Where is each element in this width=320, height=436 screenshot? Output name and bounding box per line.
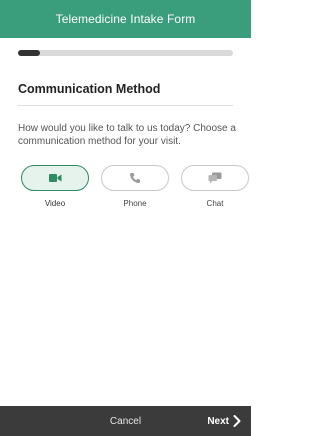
chat-icon [208, 172, 222, 184]
next-button[interactable]: Next [207, 406, 241, 436]
method-chat[interactable]: Chat [178, 165, 252, 208]
phone-option-button[interactable] [101, 165, 169, 191]
video-option-button[interactable] [21, 165, 89, 191]
chat-option-button[interactable] [181, 165, 249, 191]
next-label: Next [207, 415, 229, 427]
progress-fill [18, 50, 40, 56]
video-camera-icon [48, 174, 61, 182]
instructions-text: How would you like to talk to us today? … [18, 123, 236, 147]
progress-bar [18, 50, 233, 56]
chat-label: Chat [206, 199, 224, 208]
header-bar: Telemedicine Intake Form [0, 0, 251, 38]
chevron-right-icon [233, 415, 241, 427]
phone-label: Phone [123, 199, 147, 208]
video-label: Video [44, 199, 66, 208]
form-title: Telemedicine Intake Form [55, 12, 196, 26]
divider [18, 105, 233, 106]
method-phone[interactable]: Phone [98, 165, 172, 208]
method-video[interactable]: Video [18, 165, 92, 208]
footer-bar: Cancel Next [0, 406, 251, 436]
section-title: Communication Method [18, 82, 161, 96]
phone-icon [130, 173, 140, 183]
